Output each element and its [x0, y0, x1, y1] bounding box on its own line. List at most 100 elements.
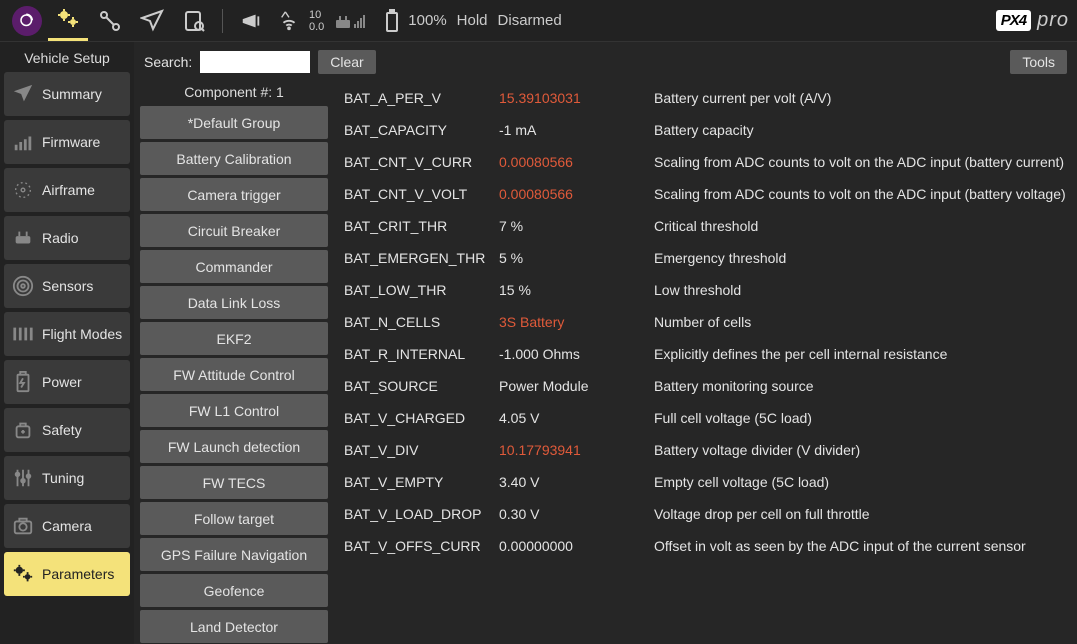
- param-row[interactable]: BAT_N_CELLS3S BatteryNumber of cells: [344, 306, 1067, 338]
- sidebar-item-camera[interactable]: Camera: [4, 504, 130, 548]
- param-group-button[interactable]: GPS Failure Navigation: [140, 538, 328, 571]
- param-row[interactable]: BAT_SOURCEPower ModuleBattery monitoring…: [344, 370, 1067, 402]
- clear-button[interactable]: Clear: [318, 50, 375, 74]
- param-row[interactable]: BAT_V_DIV10.17793941Battery voltage divi…: [344, 434, 1067, 466]
- sidebar-item-summary[interactable]: Summary: [4, 72, 130, 116]
- param-description: Battery monitoring source: [654, 378, 1067, 394]
- param-group-button[interactable]: FW L1 Control: [140, 394, 328, 427]
- param-name: BAT_R_INTERNAL: [344, 346, 499, 362]
- param-value: 3S Battery: [499, 314, 654, 330]
- param-group-button[interactable]: Commander: [140, 250, 328, 283]
- param-row[interactable]: BAT_CNT_V_VOLT0.00080566Scaling from ADC…: [344, 178, 1067, 210]
- param-description: Emergency threshold: [654, 250, 1067, 266]
- param-value: 10.17793941: [499, 442, 654, 458]
- param-name: BAT_N_CELLS: [344, 314, 499, 330]
- param-value: 0.00080566: [499, 186, 654, 202]
- param-name: BAT_CAPACITY: [344, 122, 499, 138]
- param-value: Power Module: [499, 378, 654, 394]
- param-group-button[interactable]: FW Attitude Control: [140, 358, 328, 391]
- param-group-button[interactable]: Camera trigger: [140, 178, 328, 211]
- param-group-button[interactable]: Land Detector: [140, 610, 328, 643]
- fly-button[interactable]: [132, 1, 172, 41]
- param-name: BAT_EMERGEN_THR: [344, 250, 499, 266]
- param-group-button[interactable]: Circuit Breaker: [140, 214, 328, 247]
- sidebar-item-power[interactable]: Power: [4, 360, 130, 404]
- param-row[interactable]: BAT_V_CHARGED4.05 VFull cell voltage (5C…: [344, 402, 1067, 434]
- sidebar-item-label: Sensors: [42, 278, 93, 294]
- param-row[interactable]: BAT_EMERGEN_THR5 %Emergency threshold: [344, 242, 1067, 274]
- messages-button[interactable]: [231, 1, 271, 41]
- tools-button[interactable]: Tools: [1010, 50, 1067, 74]
- search-input[interactable]: [200, 51, 310, 73]
- sidebar-item-label: Radio: [42, 230, 79, 246]
- vehicle-setup-sidebar: Vehicle Setup Summary FirmwareAirframe Rad…: [0, 42, 134, 644]
- param-description: Empty cell voltage (5C load): [654, 474, 1067, 490]
- param-description: Explicitly defines the per cell internal…: [654, 346, 1067, 362]
- param-name: BAT_V_OFFS_CURR: [344, 538, 499, 554]
- sidebar-item-tuning[interactable]: Tuning: [4, 456, 130, 500]
- param-row[interactable]: BAT_V_EMPTY3.40 VEmpty cell voltage (5C …: [344, 466, 1067, 498]
- brand-logo: PX4 pro: [996, 9, 1069, 32]
- app-logo-button[interactable]: [12, 6, 42, 36]
- param-group-button[interactable]: *Default Group: [140, 106, 328, 139]
- param-group-button[interactable]: FW TECS: [140, 466, 328, 499]
- param-description: Scaling from ADC counts to volt on the A…: [654, 154, 1067, 170]
- sidebar-item-airframe[interactable]: Airframe: [4, 168, 130, 212]
- param-group-button[interactable]: Follow target: [140, 502, 328, 535]
- param-group-button[interactable]: EKF2: [140, 322, 328, 355]
- camera-icon: [10, 513, 36, 539]
- sliders-icon: [10, 321, 36, 347]
- param-name: BAT_V_LOAD_DROP: [344, 506, 499, 522]
- param-row[interactable]: BAT_A_PER_V15.39103031Battery current pe…: [344, 82, 1067, 114]
- waypoints-button[interactable]: [90, 1, 130, 41]
- rc-button[interactable]: [326, 1, 376, 41]
- param-row[interactable]: BAT_R_INTERNAL-1.000 OhmsExplicitly defi…: [344, 338, 1067, 370]
- param-value: 3.40 V: [499, 474, 654, 490]
- component-header: Component #: 1: [140, 82, 328, 106]
- param-row[interactable]: BAT_CAPACITY-1 mABattery capacity: [344, 114, 1067, 146]
- param-description: Low threshold: [654, 282, 1067, 298]
- gps-hdop: 0.0: [309, 21, 324, 33]
- param-row[interactable]: BAT_CNT_V_CURR0.00080566Scaling from ADC…: [344, 146, 1067, 178]
- param-description: Battery current per volt (A/V): [654, 90, 1067, 106]
- flight-mode[interactable]: Hold: [457, 12, 488, 29]
- sidebar-item-flight-modes[interactable]: Flight Modes: [4, 312, 130, 356]
- setup-button[interactable]: [48, 1, 88, 41]
- sidebar-item-firmware[interactable]: Firmware: [4, 120, 130, 164]
- sidebar-item-label: Tuning: [42, 470, 84, 486]
- param-group-button[interactable]: Battery Calibration: [140, 142, 328, 175]
- param-value: 0.30 V: [499, 506, 654, 522]
- airframe-icon: [10, 177, 36, 203]
- sensors-icon: [10, 273, 36, 299]
- sidebar-item-parameters[interactable]: Parameters: [4, 552, 130, 596]
- gears-icon: [10, 561, 36, 587]
- battery-percent: 100%: [408, 12, 446, 29]
- param-description: Battery capacity: [654, 122, 1067, 138]
- sidebar-item-label: Parameters: [42, 566, 114, 582]
- param-row[interactable]: BAT_V_OFFS_CURR0.00000000Offset in volt …: [344, 530, 1067, 562]
- analyze-button[interactable]: [174, 1, 214, 41]
- battery-button[interactable]: [378, 1, 406, 41]
- medkit-icon: [10, 417, 36, 443]
- toolbar-separator: [222, 9, 223, 33]
- param-row[interactable]: BAT_CRIT_THR7 %Critical threshold: [344, 210, 1067, 242]
- param-row[interactable]: BAT_LOW_THR15 %Low threshold: [344, 274, 1067, 306]
- param-description: Full cell voltage (5C load): [654, 410, 1067, 426]
- param-value: 4.05 V: [499, 410, 654, 426]
- sidebar-item-radio[interactable]: Radio: [4, 216, 130, 260]
- param-group-button[interactable]: Geofence: [140, 574, 328, 607]
- arm-state[interactable]: Disarmed: [498, 12, 562, 29]
- sidebar-item-label: Summary: [42, 86, 102, 102]
- sidebar-title: Vehicle Setup: [4, 46, 130, 72]
- param-row[interactable]: BAT_V_LOAD_DROP0.30 VVoltage drop per ce…: [344, 498, 1067, 530]
- sidebar-item-safety[interactable]: Safety: [4, 408, 130, 452]
- param-description: Scaling from ADC counts to volt on the A…: [654, 186, 1067, 202]
- param-group-button[interactable]: Data Link Loss: [140, 286, 328, 319]
- sidebar-item-sensors[interactable]: Sensors: [4, 264, 130, 308]
- sidebar-item-label: Safety: [42, 422, 82, 438]
- param-group-button[interactable]: FW Launch detection: [140, 430, 328, 463]
- battery-icon: [10, 369, 36, 395]
- param-name: BAT_CRIT_THR: [344, 218, 499, 234]
- gps-button[interactable]: [273, 1, 305, 41]
- param-value: 15.39103031: [499, 90, 654, 106]
